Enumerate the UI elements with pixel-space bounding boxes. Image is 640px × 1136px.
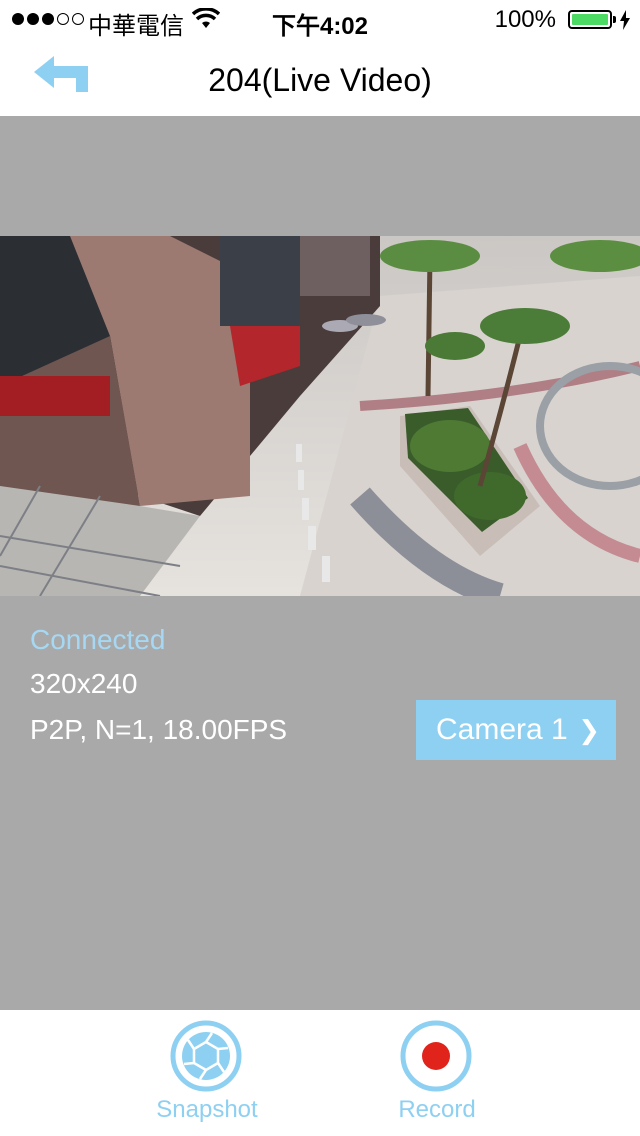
bottom-toolbar: Snapshot Record (0, 1010, 640, 1136)
camera-select-button[interactable]: Camera 1 ❯ (416, 700, 616, 760)
snapshot-label: Snapshot (156, 1096, 258, 1123)
connection-status: Connected (30, 624, 166, 655)
charging-bolt-icon (620, 10, 630, 35)
page-title: 204(Live Video) (208, 62, 432, 98)
record-button[interactable]: Record (357, 1010, 517, 1136)
battery-percent: 100% (494, 6, 556, 33)
video-resolution: 320x240 (30, 668, 138, 699)
camera-shutter-icon (170, 1020, 242, 1092)
live-video-feed[interactable] (0, 236, 640, 596)
chevron-right-icon: ❯ (578, 715, 600, 745)
record-icon (400, 1020, 472, 1092)
camera-select-label: Camera 1 (436, 713, 568, 746)
navigation-bar: 204(Live Video) (0, 40, 640, 116)
battery-icon (568, 10, 612, 29)
stream-info: P2P, N=1, 18.00FPS (30, 714, 288, 745)
snapshot-button[interactable]: Snapshot (127, 1010, 287, 1136)
record-label: Record (398, 1096, 476, 1123)
status-bar: 中華電信 下午4:02 100% (0, 0, 640, 40)
